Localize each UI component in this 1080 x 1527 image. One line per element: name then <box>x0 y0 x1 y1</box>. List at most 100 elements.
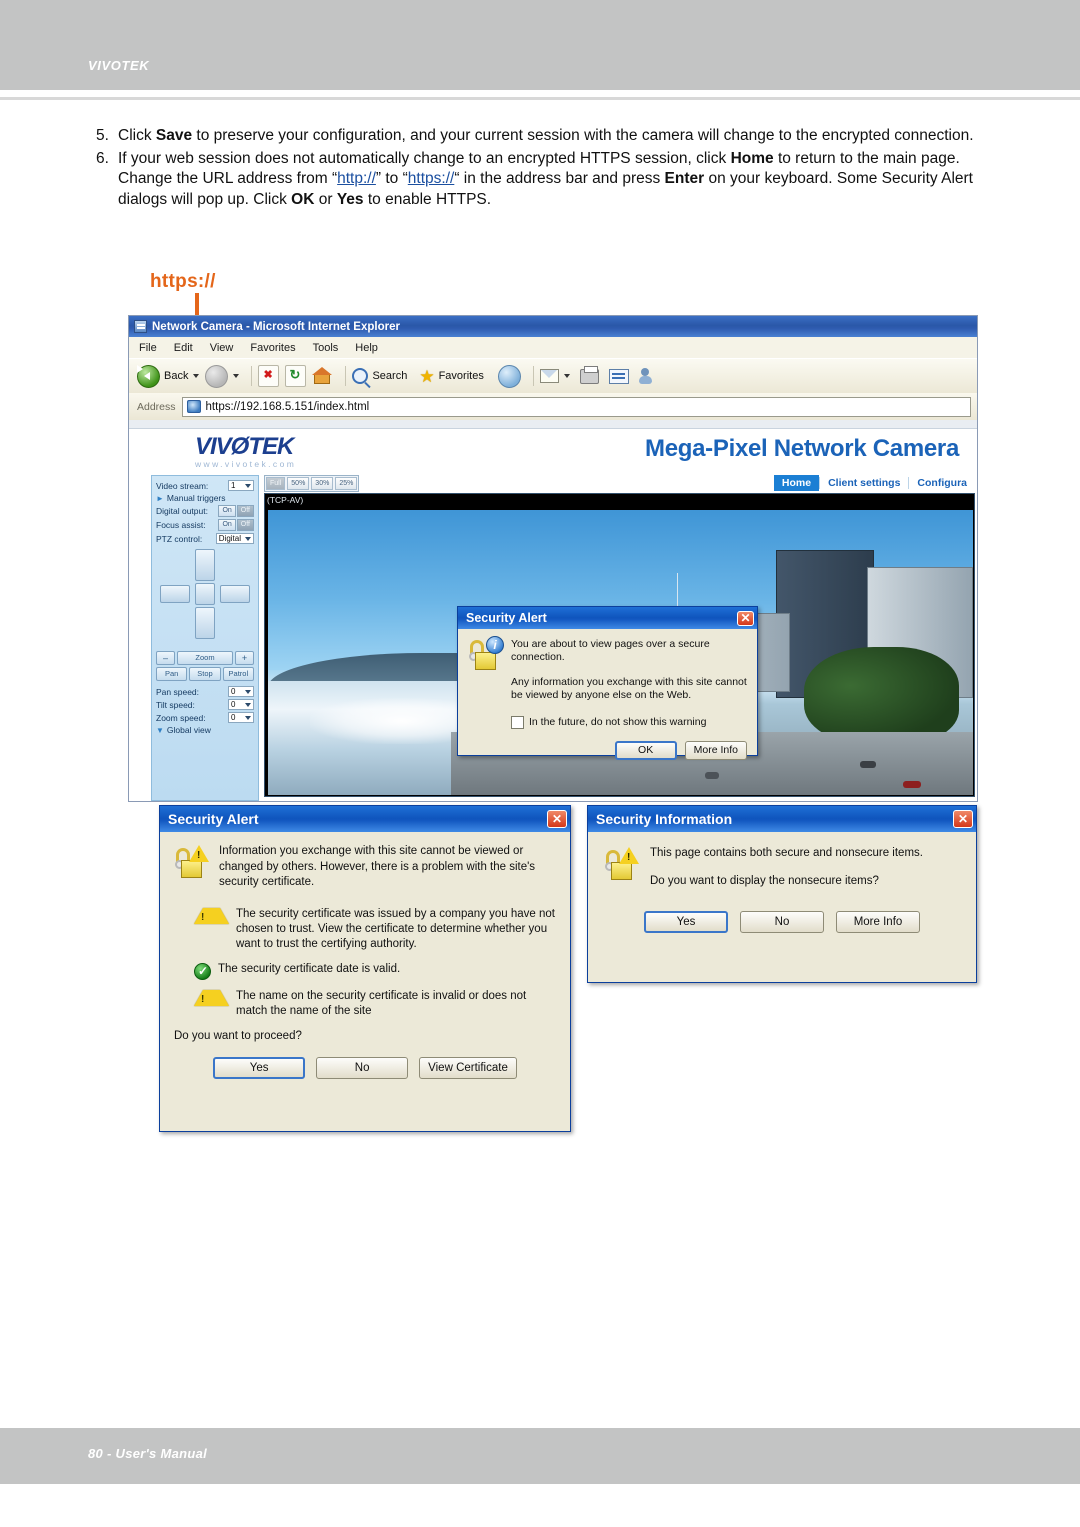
search-button[interactable]: Search <box>352 368 407 384</box>
messenger-button[interactable] <box>638 367 658 385</box>
quality-button-full[interactable]: Full <box>266 476 286 490</box>
refresh-button[interactable] <box>285 365 307 387</box>
no-button[interactable]: No <box>740 910 824 933</box>
print-button[interactable] <box>579 365 599 384</box>
edit-page-icon <box>608 368 629 384</box>
focus-assist-on[interactable]: On <box>218 519 236 531</box>
zoom-slider[interactable]: Zoom <box>177 651 233 665</box>
ptz-down-button[interactable] <box>195 607 215 639</box>
car <box>860 760 877 768</box>
dialog-buttons: Yes No View Certificate <box>174 1057 556 1080</box>
emphasis: Yes <box>336 190 364 208</box>
no-button[interactable]: No <box>316 1057 409 1080</box>
browser-title-bar: Network Camera - Microsoft Internet Expl… <box>129 316 977 337</box>
digital-output-label: Digital output: <box>156 506 208 516</box>
favorites-button-label: Favorites <box>438 370 484 382</box>
nav-link-configuration[interactable]: Configura <box>909 475 975 491</box>
ptz-left-button[interactable] <box>160 585 190 603</box>
nav-link-home[interactable]: Home <box>773 475 820 491</box>
warning-icon <box>194 989 229 1007</box>
pan-button[interactable]: Pan <box>156 667 188 681</box>
inline-url: https:// <box>407 170 455 188</box>
tilt-speed-select[interactable]: 0 <box>228 699 254 710</box>
yes-button[interactable]: Yes <box>213 1057 306 1080</box>
media-button[interactable] <box>497 364 521 388</box>
view-certificate-button[interactable]: View Certificate <box>419 1057 517 1080</box>
close-icon[interactable]: ✕ <box>547 810 567 828</box>
toolbar-divider <box>345 366 347 386</box>
browser-menu-bar[interactable]: File Edit View Favorites Tools Help <box>129 337 977 358</box>
patrol-button[interactable]: Patrol <box>222 667 254 681</box>
zoom-speed-select[interactable]: 0 <box>228 712 254 723</box>
address-input[interactable]: https://192.168.5.151/index.html <box>181 396 971 417</box>
menu-edit[interactable]: Edit <box>174 342 193 354</box>
quality-button-50[interactable]: 50% <box>287 476 310 490</box>
zoom-out-button[interactable]: – <box>156 651 175 665</box>
pan-speed-row: Pan speed: 0 <box>152 685 258 698</box>
ok-button[interactable]: OK <box>614 741 677 761</box>
menu-file[interactable]: File <box>139 342 157 354</box>
checkbox[interactable] <box>511 715 524 729</box>
certificate-issue-text: The security certificate date is valid. <box>218 962 401 975</box>
yes-button[interactable]: Yes <box>644 910 728 933</box>
stop-button[interactable] <box>258 365 280 387</box>
dialog-title: Security Alert <box>466 611 547 625</box>
digital-output-off[interactable]: Off <box>236 505 254 517</box>
digital-output-toggle[interactable]: On Off <box>218 505 254 517</box>
certificate-issue-item: The security certificate date is valid. <box>194 962 556 980</box>
video-stream-select[interactable]: 1 <box>228 480 254 491</box>
lock-warning-icon <box>604 847 639 882</box>
chevron-right-icon: ► <box>156 493 164 503</box>
pan-speed-select[interactable]: 0 <box>228 686 254 697</box>
emphasis: Home <box>730 149 774 167</box>
close-icon[interactable]: ✕ <box>737 610 754 626</box>
menu-tools[interactable]: Tools <box>313 342 339 354</box>
more-info-button[interactable]: More Info <box>836 910 920 933</box>
chevron-down-icon[interactable] <box>233 374 240 378</box>
internet-explorer-window: Network Camera - Microsoft Internet Expl… <box>128 315 978 802</box>
toolbar-divider <box>532 366 534 386</box>
more-info-button[interactable]: More Info <box>684 741 747 761</box>
focus-assist-toggle[interactable]: On Off <box>218 519 254 531</box>
manual-triggers-row[interactable]: ► Manual triggers <box>152 492 258 504</box>
media-icon <box>497 364 521 388</box>
chevron-down-icon <box>245 702 251 707</box>
digital-output-on[interactable]: On <box>218 505 236 517</box>
dialog-line-2: Any information you exchange with this s… <box>511 675 747 702</box>
chevron-down-icon[interactable] <box>563 374 570 378</box>
menu-favorites[interactable]: Favorites <box>250 342 295 354</box>
stop-button[interactable]: Stop <box>189 667 221 681</box>
page-header: VIVOTEK <box>0 0 1080 90</box>
chevron-down-icon[interactable] <box>193 374 200 378</box>
do-not-show-warning-label: In the future, do not show this warning <box>529 715 707 728</box>
quality-button-25[interactable]: 25% <box>335 476 358 490</box>
zoom-in-button[interactable]: + <box>235 651 254 665</box>
ptz-right-button[interactable] <box>220 585 250 603</box>
focus-assist-row: Focus assist: On Off <box>152 518 258 532</box>
certificate-issue-text: The security certificate was issued by a… <box>236 907 555 951</box>
mail-button[interactable] <box>539 369 570 383</box>
ptz-home-button[interactable] <box>195 583 215 605</box>
home-button[interactable] <box>312 366 333 386</box>
certificate-question: Do you want to proceed? <box>174 1029 302 1042</box>
focus-assist-off[interactable]: Off <box>236 519 254 531</box>
video-stream-value: 1 <box>231 481 236 490</box>
menu-view[interactable]: View <box>210 342 234 354</box>
zoom-controls: – Zoom + <box>156 651 254 665</box>
text-run: Click <box>118 127 156 144</box>
forward-button[interactable] <box>205 364 240 388</box>
nav-link-client-settings[interactable]: Client settings <box>820 475 908 491</box>
ptz-control-select[interactable]: Digital <box>215 533 254 544</box>
video-stream-row: Video stream: 1 <box>152 479 258 492</box>
emphasis: OK <box>291 190 315 208</box>
do-not-show-warning-row[interactable]: In the future, do not show this warning <box>511 716 747 729</box>
global-view-row[interactable]: ▼ Global view <box>152 724 258 736</box>
edit-button[interactable] <box>608 368 629 384</box>
ptz-up-button[interactable] <box>195 549 215 581</box>
quality-button-30[interactable]: 30% <box>311 476 334 490</box>
favorites-button[interactable]: ★ Favorites <box>419 368 484 385</box>
menu-help[interactable]: Help <box>355 342 378 354</box>
back-button[interactable]: Back <box>137 364 200 388</box>
close-icon[interactable]: ✕ <box>953 810 973 828</box>
zoom-speed-value: 0 <box>231 713 236 722</box>
